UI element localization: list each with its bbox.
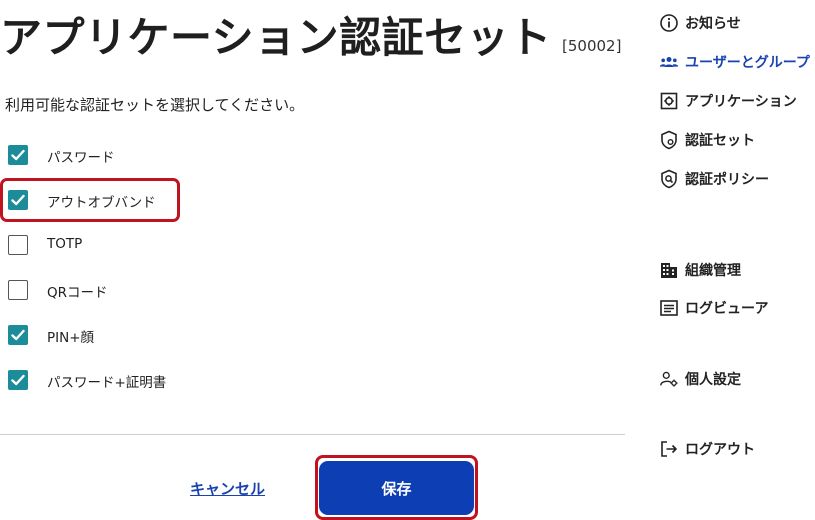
highlight-frame	[0, 178, 180, 222]
sidebar-item-label: 認証ポリシー	[685, 172, 769, 188]
sidebar-item-notices[interactable]: お知らせ	[659, 12, 741, 34]
check-icon	[11, 374, 25, 386]
check-icon	[11, 329, 25, 341]
option-label: QRコード	[47, 285, 108, 301]
option-totp[interactable]: TOTP	[8, 234, 82, 256]
save-button[interactable]: 保存	[319, 461, 474, 515]
sidebar-item-organization[interactable]: 組織管理	[659, 259, 741, 281]
sidebar-item-applications[interactable]: アプリケーション	[659, 90, 797, 112]
app-gear-icon	[659, 91, 679, 111]
sidebar-item-label: 認証セット	[685, 133, 755, 149]
info-icon	[659, 13, 679, 33]
option-label: TOTP	[47, 236, 83, 252]
cancel-button[interactable]: キャンセル	[190, 478, 265, 499]
option-label: パスワード+証明書	[47, 375, 167, 391]
building-icon	[659, 260, 679, 280]
option-qr-code[interactable]: QRコード	[8, 279, 108, 301]
option-pin-face[interactable]: PIN+顔	[8, 324, 94, 346]
sidebar-item-label: ユーザーとグループ	[685, 55, 810, 71]
sidebar-item-label: アプリケーション	[685, 94, 797, 110]
page-title: アプリケーション認証セット	[0, 13, 552, 62]
sidebar-item-auth-policy[interactable]: 認証ポリシー	[659, 168, 769, 190]
check-icon	[11, 149, 25, 161]
sidebar-item-logout[interactable]: ログアウト	[659, 438, 755, 460]
checkbox[interactable]	[8, 235, 28, 255]
option-password[interactable]: パスワード	[8, 144, 115, 166]
users-icon	[659, 52, 679, 72]
divider	[0, 434, 625, 435]
option-label: パスワード	[47, 150, 115, 166]
option-label: PIN+顔	[47, 330, 95, 346]
logout-icon	[659, 439, 679, 459]
sidebar-item-label: 組織管理	[685, 263, 741, 279]
sidebar-item-personal-settings[interactable]: 個人設定	[659, 368, 741, 390]
checkbox[interactable]	[8, 325, 28, 345]
checkbox[interactable]	[8, 280, 28, 300]
sidebar-item-log-viewer[interactable]: ログビューア	[659, 297, 768, 319]
shield-search-icon	[659, 169, 679, 189]
checkbox[interactable]	[8, 370, 28, 390]
sidebar-item-label: お知らせ	[685, 16, 741, 32]
page-code: [50002]	[562, 37, 622, 55]
sidebar-item-users-groups[interactable]: ユーザーとグループ	[659, 51, 810, 73]
sidebar-item-auth-sets[interactable]: 認証セット	[659, 129, 755, 151]
sidebar-item-label: ログビューア	[685, 301, 769, 317]
checkbox[interactable]	[8, 145, 28, 165]
sidebar-item-label: 個人設定	[685, 372, 741, 388]
instruction-text: 利用可能な認証セットを選択してください。	[5, 96, 305, 114]
sidebar-item-label: ログアウト	[685, 442, 755, 458]
user-gear-icon	[659, 369, 679, 389]
shield-gear-icon	[659, 130, 679, 150]
list-window-icon	[659, 298, 679, 318]
option-password-certificate[interactable]: パスワード+証明書	[8, 369, 166, 391]
